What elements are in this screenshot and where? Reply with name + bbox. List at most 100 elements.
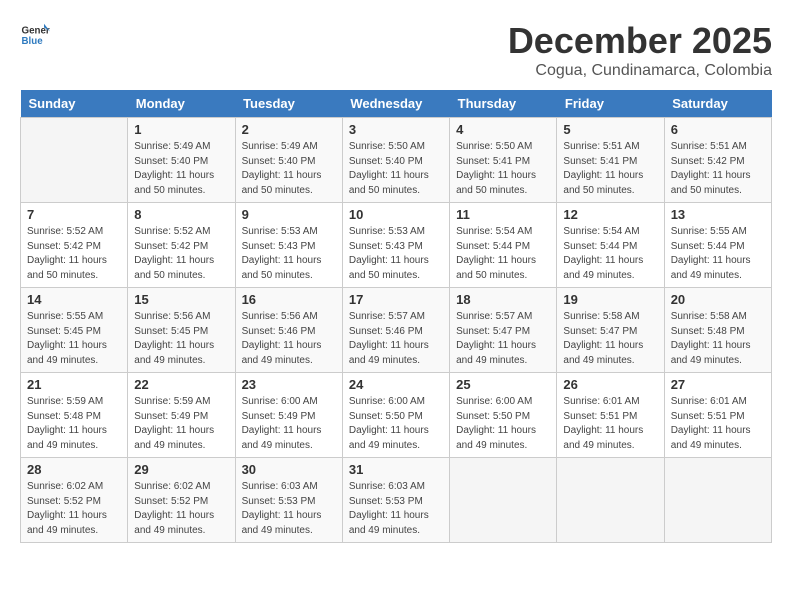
calendar-cell: 29 Sunrise: 6:02 AM Sunset: 5:52 PM Dayli… bbox=[128, 458, 235, 543]
day-number: 17 bbox=[349, 292, 443, 307]
day-number: 20 bbox=[671, 292, 765, 307]
svg-text:Blue: Blue bbox=[22, 36, 44, 47]
header: General Blue December 2025 Cogua, Cundin… bbox=[20, 20, 772, 80]
day-number: 6 bbox=[671, 122, 765, 137]
calendar-cell: 2 Sunrise: 5:49 AM Sunset: 5:40 PM Daylig… bbox=[235, 118, 342, 203]
calendar-cell: 12 Sunrise: 5:54 AM Sunset: 5:44 PM Dayli… bbox=[557, 203, 664, 288]
day-info: Sunrise: 5:57 AM Sunset: 5:47 PM Dayligh… bbox=[456, 310, 550, 368]
calendar-week-row: 14Sunrise: 5:55 AM Sunset: 5:45 PM Dayli… bbox=[21, 288, 772, 373]
calendar-cell: 28Sunrise: 6:02 AM Sunset: 5:52 PM Dayli… bbox=[21, 458, 128, 543]
day-info: Sunrise: 5:49 AM Sunset: 5:40 PM Dayligh… bbox=[134, 140, 228, 198]
day-number: 30 bbox=[242, 462, 336, 477]
calendar-week-row: 28Sunrise: 6:02 AM Sunset: 5:52 PM Dayli… bbox=[21, 458, 772, 543]
calendar-week-row: 21Sunrise: 5:59 AM Sunset: 5:48 PM Dayli… bbox=[21, 373, 772, 458]
title-area: December 2025 Cogua, Cundinamarca, Colom… bbox=[508, 20, 772, 80]
day-number: 14 bbox=[27, 292, 121, 307]
day-number: 10 bbox=[349, 207, 443, 222]
day-info: Sunrise: 5:52 AM Sunset: 5:42 PM Dayligh… bbox=[134, 225, 228, 283]
weekday-header: Wednesday bbox=[342, 90, 449, 118]
calendar-cell: 7 Sunrise: 5:52 AM Sunset: 5:42 PM Daylig… bbox=[21, 203, 128, 288]
day-number: 9 bbox=[242, 207, 336, 222]
day-number: 5 bbox=[563, 122, 657, 137]
sub-title: Cogua, Cundinamarca, Colombia bbox=[508, 62, 772, 80]
day-info: Sunrise: 6:03 AM Sunset: 5:53 PM Dayligh… bbox=[242, 480, 336, 538]
day-info: Sunrise: 6:00 AM Sunset: 5:49 PM Dayligh… bbox=[242, 395, 336, 453]
calendar-cell: 26 Sunrise: 6:01 AM Sunset: 5:51 PM Dayli… bbox=[557, 373, 664, 458]
day-number: 7 bbox=[27, 207, 121, 222]
day-number: 24 bbox=[349, 377, 443, 392]
logo-icon: General Blue bbox=[20, 20, 50, 50]
day-info: Sunrise: 6:03 AM Sunset: 5:53 PM Dayligh… bbox=[349, 480, 443, 538]
day-number: 31 bbox=[349, 462, 443, 477]
calendar-cell bbox=[21, 118, 128, 203]
weekday-header: Tuesday bbox=[235, 90, 342, 118]
day-info: Sunrise: 6:02 AM Sunset: 5:52 PM Dayligh… bbox=[134, 480, 228, 538]
day-number: 2 bbox=[242, 122, 336, 137]
day-info: Sunrise: 5:55 AM Sunset: 5:44 PM Dayligh… bbox=[671, 225, 765, 283]
calendar-cell: 16 Sunrise: 5:56 AM Sunset: 5:46 PM Dayli… bbox=[235, 288, 342, 373]
day-info: Sunrise: 5:50 AM Sunset: 5:41 PM Dayligh… bbox=[456, 140, 550, 198]
weekday-header: Friday bbox=[557, 90, 664, 118]
day-info: Sunrise: 6:01 AM Sunset: 5:51 PM Dayligh… bbox=[563, 395, 657, 453]
day-number: 23 bbox=[242, 377, 336, 392]
logo: General Blue bbox=[20, 20, 50, 50]
day-info: Sunrise: 5:59 AM Sunset: 5:49 PM Dayligh… bbox=[134, 395, 228, 453]
day-info: Sunrise: 5:54 AM Sunset: 5:44 PM Dayligh… bbox=[456, 225, 550, 283]
day-number: 27 bbox=[671, 377, 765, 392]
main-title: December 2025 bbox=[508, 20, 772, 62]
day-info: Sunrise: 5:52 AM Sunset: 5:42 PM Dayligh… bbox=[27, 225, 121, 283]
weekday-header: Saturday bbox=[664, 90, 771, 118]
calendar-cell: 23 Sunrise: 6:00 AM Sunset: 5:49 PM Dayli… bbox=[235, 373, 342, 458]
day-info: Sunrise: 6:01 AM Sunset: 5:51 PM Dayligh… bbox=[671, 395, 765, 453]
calendar-cell: 6 Sunrise: 5:51 AM Sunset: 5:42 PM Daylig… bbox=[664, 118, 771, 203]
calendar-cell: 31 Sunrise: 6:03 AM Sunset: 5:53 PM Dayli… bbox=[342, 458, 449, 543]
day-info: Sunrise: 5:53 AM Sunset: 5:43 PM Dayligh… bbox=[242, 225, 336, 283]
day-number: 29 bbox=[134, 462, 228, 477]
day-info: Sunrise: 5:56 AM Sunset: 5:45 PM Dayligh… bbox=[134, 310, 228, 368]
calendar-cell: 24 Sunrise: 6:00 AM Sunset: 5:50 PM Dayli… bbox=[342, 373, 449, 458]
weekday-header: Thursday bbox=[450, 90, 557, 118]
calendar-cell: 10 Sunrise: 5:53 AM Sunset: 5:43 PM Dayli… bbox=[342, 203, 449, 288]
calendar-cell: 8 Sunrise: 5:52 AM Sunset: 5:42 PM Daylig… bbox=[128, 203, 235, 288]
weekday-header: Sunday bbox=[21, 90, 128, 118]
day-info: Sunrise: 5:58 AM Sunset: 5:48 PM Dayligh… bbox=[671, 310, 765, 368]
day-number: 18 bbox=[456, 292, 550, 307]
weekday-header: Monday bbox=[128, 90, 235, 118]
day-info: Sunrise: 5:54 AM Sunset: 5:44 PM Dayligh… bbox=[563, 225, 657, 283]
calendar-cell: 17Sunrise: 5:57 AM Sunset: 5:46 PM Dayli… bbox=[342, 288, 449, 373]
day-info: Sunrise: 5:50 AM Sunset: 5:40 PM Dayligh… bbox=[349, 140, 443, 198]
day-number: 25 bbox=[456, 377, 550, 392]
day-number: 13 bbox=[671, 207, 765, 222]
calendar-cell: 1 Sunrise: 5:49 AM Sunset: 5:40 PM Daylig… bbox=[128, 118, 235, 203]
day-info: Sunrise: 5:59 AM Sunset: 5:48 PM Dayligh… bbox=[27, 395, 121, 453]
day-number: 15 bbox=[134, 292, 228, 307]
day-number: 3 bbox=[349, 122, 443, 137]
calendar-cell: 4 Sunrise: 5:50 AM Sunset: 5:41 PM Daylig… bbox=[450, 118, 557, 203]
day-info: Sunrise: 5:56 AM Sunset: 5:46 PM Dayligh… bbox=[242, 310, 336, 368]
calendar-cell: 20 Sunrise: 5:58 AM Sunset: 5:48 PM Dayli… bbox=[664, 288, 771, 373]
calendar-cell: 15 Sunrise: 5:56 AM Sunset: 5:45 PM Dayli… bbox=[128, 288, 235, 373]
day-number: 16 bbox=[242, 292, 336, 307]
day-number: 1 bbox=[134, 122, 228, 137]
day-info: Sunrise: 5:49 AM Sunset: 5:40 PM Dayligh… bbox=[242, 140, 336, 198]
calendar-cell: 11Sunrise: 5:54 AM Sunset: 5:44 PM Dayli… bbox=[450, 203, 557, 288]
calendar-table: SundayMondayTuesdayWednesdayThursdayFrid… bbox=[20, 90, 772, 543]
day-number: 4 bbox=[456, 122, 550, 137]
calendar-cell: 25 Sunrise: 6:00 AM Sunset: 5:50 PM Dayli… bbox=[450, 373, 557, 458]
day-info: Sunrise: 5:51 AM Sunset: 5:42 PM Dayligh… bbox=[671, 140, 765, 198]
calendar-cell: 13 Sunrise: 5:55 AM Sunset: 5:44 PM Dayli… bbox=[664, 203, 771, 288]
day-number: 8 bbox=[134, 207, 228, 222]
day-number: 12 bbox=[563, 207, 657, 222]
day-number: 26 bbox=[563, 377, 657, 392]
day-info: Sunrise: 6:00 AM Sunset: 5:50 PM Dayligh… bbox=[349, 395, 443, 453]
day-info: Sunrise: 5:53 AM Sunset: 5:43 PM Dayligh… bbox=[349, 225, 443, 283]
calendar-week-row: 1 Sunrise: 5:49 AM Sunset: 5:40 PM Daylig… bbox=[21, 118, 772, 203]
calendar-cell bbox=[557, 458, 664, 543]
calendar-cell bbox=[664, 458, 771, 543]
day-info: Sunrise: 5:51 AM Sunset: 5:41 PM Dayligh… bbox=[563, 140, 657, 198]
calendar-cell bbox=[450, 458, 557, 543]
day-info: Sunrise: 5:58 AM Sunset: 5:47 PM Dayligh… bbox=[563, 310, 657, 368]
day-info: Sunrise: 6:02 AM Sunset: 5:52 PM Dayligh… bbox=[27, 480, 121, 538]
day-info: Sunrise: 6:00 AM Sunset: 5:50 PM Dayligh… bbox=[456, 395, 550, 453]
calendar-cell: 19Sunrise: 5:58 AM Sunset: 5:47 PM Dayli… bbox=[557, 288, 664, 373]
